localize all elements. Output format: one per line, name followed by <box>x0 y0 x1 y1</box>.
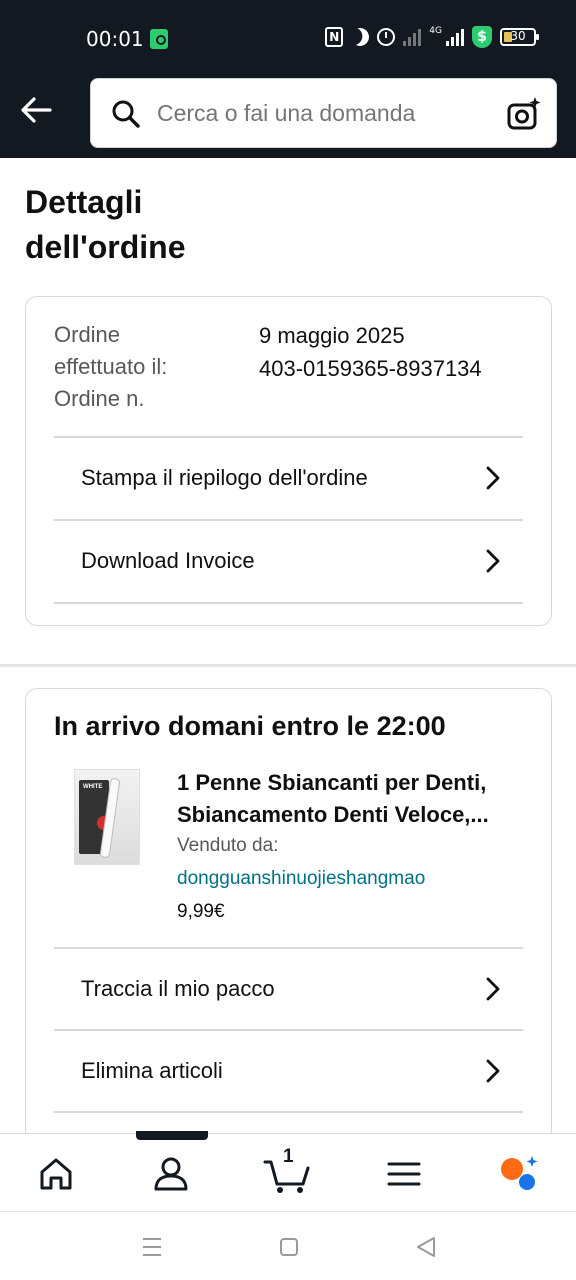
rufus-icon[interactable] <box>498 1154 538 1194</box>
page-title: Dettagli dell'ordine <box>25 184 186 265</box>
product-price: 9,99€ <box>177 901 225 922</box>
track-package-label: Traccia il mio pacco <box>81 976 275 1001</box>
print-summary-link[interactable]: Stampa il riepilogo dell'ordine <box>54 437 523 519</box>
order-date: 9 maggio 2025 <box>259 323 405 348</box>
remove-items-link[interactable]: Elimina articoli <box>54 1030 523 1112</box>
system-navigation <box>0 1211 576 1280</box>
home-button-icon[interactable] <box>278 1236 300 1258</box>
status-icons: N 4G $ 30 <box>325 25 539 48</box>
download-invoice-link[interactable]: Download Invoice <box>54 520 523 602</box>
battery-level: 30 <box>510 29 526 43</box>
search-icon <box>112 100 140 128</box>
product-image[interactable]: WHITE <box>74 769 140 865</box>
order-labels: Ordine effettuato il: Ordine n. <box>54 319 244 415</box>
order-label-line: Ordine <box>54 322 121 347</box>
order-label-line: effettuato il: <box>54 354 168 379</box>
section-separator <box>0 664 576 667</box>
back-button-icon[interactable] <box>414 1235 438 1259</box>
order-summary-card: Ordine effettuato il: Ordine n. 9 maggio… <box>25 296 552 626</box>
chevron-right-icon <box>486 1059 500 1083</box>
do-not-disturb-icon <box>349 25 372 48</box>
active-tab-indicator <box>136 1131 208 1140</box>
chevron-right-icon <box>486 977 500 1001</box>
menu-icon[interactable] <box>384 1154 424 1194</box>
search-header <box>0 78 576 158</box>
sold-by-label: Venduto da: <box>177 835 279 856</box>
alarm-icon <box>377 28 396 46</box>
chevron-right-icon <box>486 549 500 573</box>
order-number: 403-0159365-8937134 <box>259 356 482 381</box>
camera-lens-icon[interactable] <box>506 96 542 132</box>
order-values: 9 maggio 2025 403-0159365-8937134 <box>259 319 482 385</box>
download-invoice-label: Download Invoice <box>81 548 255 573</box>
signal-sim1-icon <box>403 28 422 46</box>
search-box[interactable] <box>90 78 557 148</box>
nfc-icon: N <box>325 27 344 47</box>
divider <box>54 1111 523 1113</box>
divider <box>54 602 523 604</box>
cart-count: 1 <box>283 1146 294 1167</box>
print-summary-label: Stampa il riepilogo dell'ordine <box>81 465 368 490</box>
battery-icon: 30 <box>500 28 539 46</box>
track-package-link[interactable]: Traccia il mio pacco <box>54 948 523 1030</box>
product-title[interactable]: 1 Penne Sbiancanti per Denti, Sbiancamen… <box>177 767 537 831</box>
product-image-text: WHITE <box>83 784 103 790</box>
account-icon[interactable] <box>151 1154 191 1194</box>
cart-button[interactable]: 1 <box>263 1146 311 1194</box>
chevron-right-icon <box>486 466 500 490</box>
seller-link[interactable]: dongguanshinuojieshangmao <box>177 868 425 890</box>
home-icon[interactable] <box>36 1154 76 1194</box>
shipment-card: In arrivo domani entro le 22:00 WHITE 1 … <box>25 688 552 1148</box>
signal-sim2-icon <box>446 28 464 46</box>
network-type-label: 4G <box>429 26 442 36</box>
status-bar: 00:01 N 4G $ 30 <box>0 0 576 78</box>
search-input[interactable] <box>157 79 487 147</box>
delivery-heading: In arrivo domani entro le 22:00 <box>54 711 446 741</box>
security-shield-icon <box>150 29 168 49</box>
status-time: 00:01 <box>86 27 144 51</box>
order-label-line: Ordine n. <box>54 386 145 411</box>
recents-icon[interactable] <box>140 1236 164 1258</box>
payment-shield-icon: $ <box>472 26 492 48</box>
bottom-navigation: 1 <box>0 1133 576 1211</box>
back-arrow-icon[interactable] <box>18 92 54 128</box>
remove-items-label: Elimina articoli <box>81 1058 223 1083</box>
